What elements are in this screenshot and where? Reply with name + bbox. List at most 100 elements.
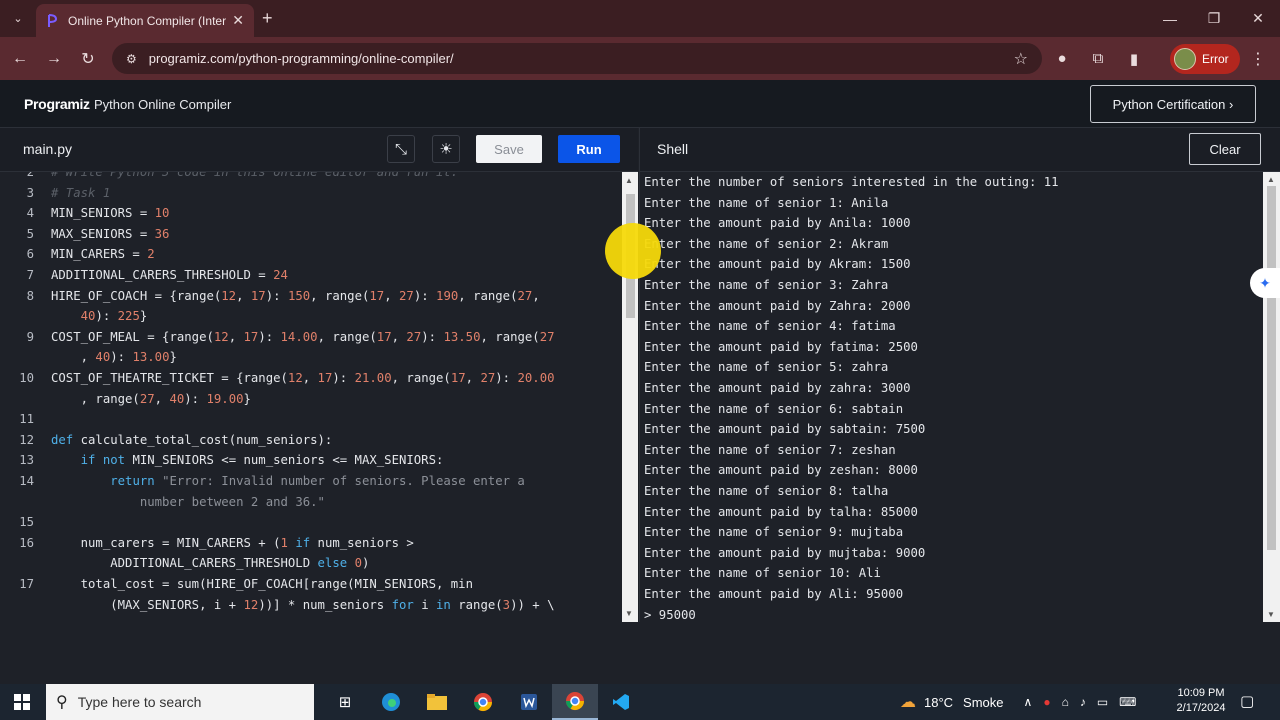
code-line[interactable]: number between 2 and 36.": [0, 492, 622, 513]
back-icon[interactable]: ←: [3, 42, 37, 76]
code-text[interactable]: def calculate_total_cost(num_seniors):: [51, 430, 332, 451]
code-line[interactable]: , range(27, 40): 19.00}: [0, 389, 622, 410]
display-icon[interactable]: ▭: [1097, 695, 1108, 709]
code-text[interactable]: number between 2 and 36.": [51, 492, 325, 513]
code-line[interactable]: 12 def calculate_total_cost(num_seniors):: [0, 430, 622, 451]
code-text[interactable]: , 40): 13.00}: [51, 347, 177, 368]
code-line[interactable]: 14 return "Error: Invalid number of seni…: [0, 471, 622, 492]
shell-scrollbar[interactable]: ▲ ▼: [1263, 172, 1280, 622]
code-line[interactable]: 17 total_cost = sum(HIRE_OF_COACH[range(…: [0, 574, 622, 595]
code-line[interactable]: 15: [0, 512, 622, 533]
code-text[interactable]: HIRE_OF_COACH = {range(12, 17): 150, ran…: [51, 286, 540, 307]
code-line[interactable]: ADDITIONAL_CARERS_THRESHOLD else 0): [0, 553, 622, 574]
bookmark-star-icon[interactable]: ☆: [1014, 49, 1028, 69]
address-bar[interactable]: ⚙ programiz.com/python-programming/onlin…: [112, 43, 1042, 74]
scroll-up-icon[interactable]: ▲: [1267, 175, 1275, 184]
word-icon[interactable]: [506, 684, 552, 720]
code-text[interactable]: MIN_SENIORS = 10: [51, 203, 169, 224]
extensions-puzzle-icon[interactable]: ⧉: [1086, 47, 1110, 71]
shell-input-line[interactable]: > 95000: [644, 605, 696, 622]
file-tab-main[interactable]: main.py: [23, 141, 72, 157]
browser-tab[interactable]: Online Python Compiler (Interp ✕: [36, 4, 254, 37]
code-line[interactable]: 40): 225}: [0, 306, 622, 327]
file-explorer-icon[interactable]: [414, 684, 460, 720]
programiz-logo[interactable]: Programiz: [24, 96, 90, 112]
code-line[interactable]: 16 num_carers = MIN_CARERS + (1 if num_s…: [0, 533, 622, 554]
url-text[interactable]: programiz.com/python-programming/online-…: [149, 51, 1014, 66]
volume-icon[interactable]: ♪: [1080, 695, 1086, 709]
code-line[interactable]: 5 MAX_SENIORS = 36: [0, 224, 622, 245]
code-text[interactable]: ADDITIONAL_CARERS_THRESHOLD else 0): [51, 553, 369, 574]
tab-search-chevron-icon[interactable]: ⌄: [0, 0, 36, 37]
shell-scroll-thumb[interactable]: [1267, 186, 1276, 550]
keyboard-icon[interactable]: ⌨: [1119, 695, 1136, 709]
code-text[interactable]: COST_OF_MEAL = {range(12, 17): 14.00, ra…: [51, 327, 555, 348]
code-line[interactable]: 10 COST_OF_THEATRE_TICKET = {range(12, 17…: [0, 368, 622, 389]
tray-overflow-icon[interactable]: ∧: [1024, 695, 1033, 709]
windows-start-icon[interactable]: [0, 684, 44, 720]
code-line[interactable]: (MAX_SENIORS, i + 12))] * num_seniors fo…: [0, 595, 622, 616]
site-info-icon[interactable]: ⚙: [126, 52, 137, 66]
ai-sparkle-icon[interactable]: ✦: [1250, 268, 1280, 298]
network-icon[interactable]: ⌂: [1062, 695, 1069, 709]
clear-button[interactable]: Clear: [1189, 133, 1261, 165]
more-options-icon[interactable]: ⋮: [1250, 49, 1266, 69]
python-certification-button[interactable]: Python Certification ›: [1090, 85, 1256, 123]
globe-extension-icon[interactable]: ●: [1050, 47, 1074, 71]
code-text[interactable]: # Task 1: [51, 183, 110, 204]
chrome-icon[interactable]: [460, 684, 506, 720]
vscode-icon[interactable]: [598, 684, 644, 720]
chrome-active-icon[interactable]: [552, 684, 598, 720]
scroll-down-icon[interactable]: ▼: [625, 609, 633, 618]
close-window-icon[interactable]: ✕: [1236, 0, 1280, 37]
code-text[interactable]: , range(27, 40): 19.00}: [51, 389, 251, 410]
code-text[interactable]: # Write Python 3 code in this online edi…: [51, 172, 458, 183]
code-text[interactable]: 40): 225}: [51, 306, 148, 327]
side-panel-icon[interactable]: ▮: [1122, 47, 1146, 71]
code-line[interactable]: , 40): 13.00}: [0, 347, 622, 368]
code-line[interactable]: 2 # Write Python 3 code in this online ed…: [0, 172, 622, 183]
code-text[interactable]: MAX_SENIORS = 36: [51, 224, 169, 245]
shell-output-line: Enter the name of senior 2: Akram: [644, 236, 889, 251]
weather-icon[interactable]: ☁: [900, 692, 916, 712]
notifications-icon[interactable]: ▢: [1240, 692, 1254, 710]
code-line[interactable]: 6 MIN_CARERS = 2: [0, 244, 622, 265]
minimize-icon[interactable]: —: [1148, 0, 1192, 37]
forward-icon[interactable]: →: [37, 42, 71, 76]
code-editor[interactable]: 2 # Write Python 3 code in this online ed…: [0, 172, 622, 622]
new-tab-icon[interactable]: +: [262, 8, 273, 29]
weather-condition[interactable]: Smoke: [963, 695, 1003, 710]
recording-icon[interactable]: ●: [1043, 695, 1050, 709]
code-text[interactable]: if not MIN_SENIORS <= num_seniors <= MAX…: [51, 450, 444, 471]
code-line[interactable]: 13 if not MIN_SENIORS <= num_seniors <= …: [0, 450, 622, 471]
code-text[interactable]: (MAX_SENIORS, i + 12))] * num_seniors fo…: [51, 595, 554, 616]
code-line[interactable]: 11: [0, 409, 622, 430]
code-line[interactable]: 8 HIRE_OF_COACH = {range(12, 17): 150, ra…: [0, 286, 622, 307]
code-text[interactable]: total_cost = sum(HIRE_OF_COACH[range(MIN…: [51, 574, 473, 595]
temperature[interactable]: 18°C: [924, 695, 953, 710]
scroll-up-icon[interactable]: ▲: [625, 176, 633, 185]
code-text[interactable]: ADDITIONAL_CARERS_THRESHOLD = 24: [51, 265, 288, 286]
code-line[interactable]: 3 # Task 1: [0, 183, 622, 204]
restore-icon[interactable]: ❐: [1192, 0, 1236, 37]
edge-icon[interactable]: [368, 684, 414, 720]
code-text[interactable]: return "Error: Invalid number of seniors…: [51, 471, 525, 492]
code-line[interactable]: 4 MIN_SENIORS = 10: [0, 203, 622, 224]
tab-close-icon[interactable]: ✕: [232, 12, 244, 29]
taskbar-search[interactable]: ⚲ Type here to search: [46, 684, 314, 720]
code-line[interactable]: 9 COST_OF_MEAL = {range(12, 17): 14.00, r…: [0, 327, 622, 348]
theme-toggle-icon[interactable]: ☀: [432, 135, 460, 163]
profile-error-button[interactable]: Error: [1170, 44, 1240, 74]
shell-output[interactable]: Enter the number of seniors interested i…: [639, 172, 1263, 622]
code-text[interactable]: num_carers = MIN_CARERS + (1 if num_seni…: [51, 533, 414, 554]
fullscreen-icon[interactable]: ⤡: [387, 135, 415, 163]
taskbar-clock[interactable]: 10:09 PM 2/17/2024: [1170, 686, 1232, 716]
code-text[interactable]: MIN_CARERS = 2: [51, 244, 155, 265]
scroll-down-icon[interactable]: ▼: [1267, 610, 1275, 619]
reload-icon[interactable]: ↻: [71, 42, 105, 76]
code-text[interactable]: COST_OF_THEATRE_TICKET = {range(12, 17):…: [51, 368, 555, 389]
code-line[interactable]: 7 ADDITIONAL_CARERS_THRESHOLD = 24: [0, 265, 622, 286]
run-button[interactable]: Run: [558, 135, 620, 163]
task-view-icon[interactable]: ⊞: [322, 684, 368, 720]
save-button[interactable]: Save: [476, 135, 542, 163]
